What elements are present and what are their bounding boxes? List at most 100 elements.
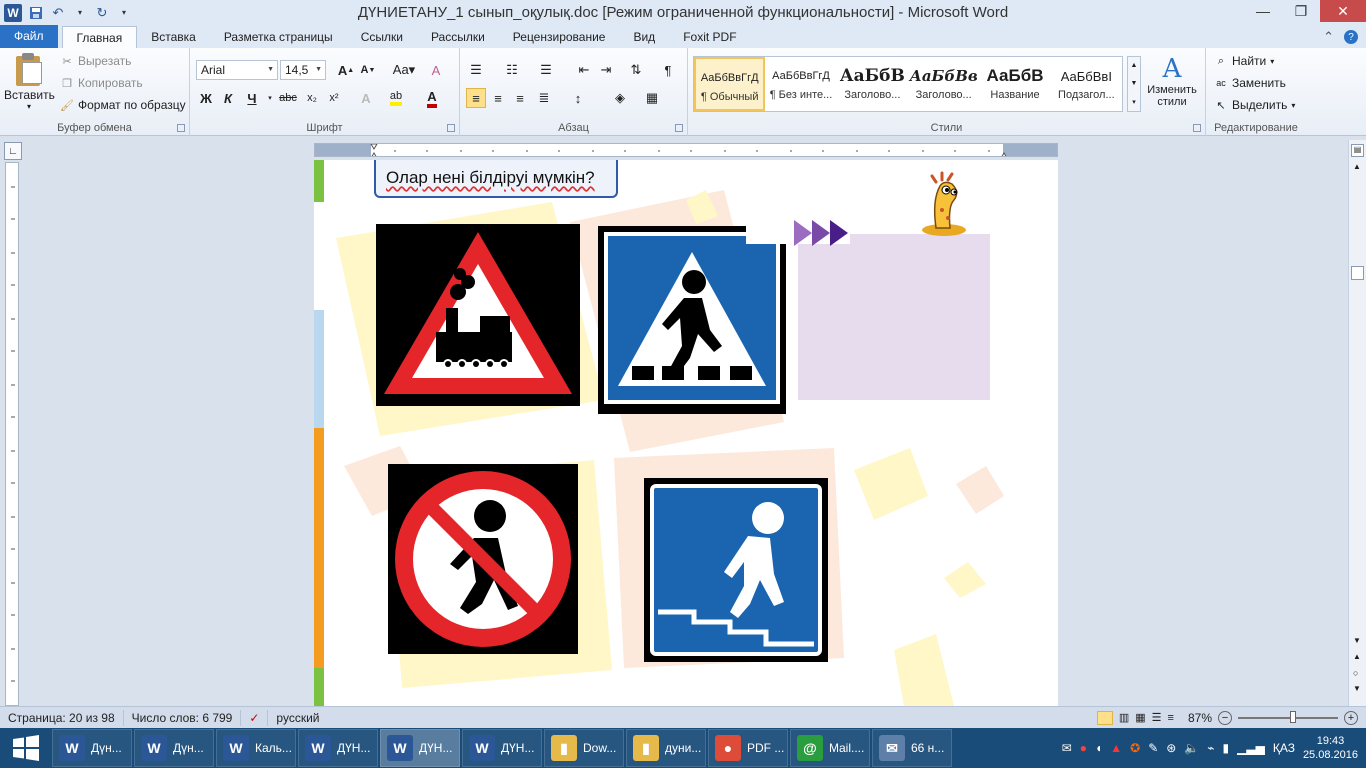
zoom-slider-thumb[interactable] [1290, 710, 1296, 723]
style-subtitle[interactable]: АаБбВвІ Подзагол... [1051, 57, 1122, 111]
word-count[interactable]: Число слов: 6 799 [124, 709, 242, 726]
grow-font-icon[interactable]: A ▲ [336, 60, 356, 80]
paste-dropdown-icon[interactable]: ▾ [4, 102, 54, 111]
paste-button[interactable]: Вставить ▾ [4, 52, 55, 116]
app-icon[interactable]: ✪ [1130, 741, 1140, 755]
font-launcher-icon[interactable] [447, 124, 455, 132]
full-screen-reading-icon[interactable]: ▥ [1119, 711, 1129, 724]
warning-icon[interactable]: ▲ [1110, 741, 1122, 755]
page-count[interactable]: Страница: 20 из 98 [0, 709, 124, 726]
font-name-combo[interactable]: Arial ▼ [196, 60, 278, 80]
taskbar-item[interactable]: ▮ дуни... [626, 729, 706, 767]
taskbar-item[interactable]: W Дүн... [52, 729, 132, 767]
decrease-indent-icon[interactable]: ⇤ [574, 60, 594, 80]
minimize-button[interactable]: — [1244, 0, 1282, 22]
tab-file[interactable]: Файл [0, 25, 58, 48]
previous-page-icon[interactable]: ▲ [1353, 652, 1361, 661]
tab-selector[interactable]: ∟ [4, 142, 22, 160]
highlight-icon[interactable]: ab [386, 88, 406, 108]
tab-references[interactable]: Ссылки [347, 26, 417, 48]
borders-icon[interactable]: ▦ [642, 88, 662, 108]
style-normal[interactable]: АаБбВвГгД ¶ Обычный [694, 57, 766, 111]
zoom-out-icon[interactable]: − [1218, 710, 1232, 725]
tab-view[interactable]: Вид [619, 26, 669, 48]
bullets-icon[interactable]: ☰ [466, 60, 486, 80]
taskbar-item[interactable]: W ДҮН... [380, 729, 460, 767]
scroll-thumb[interactable] [1351, 266, 1364, 280]
tab-mailings[interactable]: Рассылки [417, 26, 499, 48]
shrink-font-icon[interactable]: A ▼ [358, 60, 378, 80]
scroll-up-icon[interactable]: ▲ [1353, 162, 1361, 171]
taskbar-item[interactable]: W Каль... [216, 729, 296, 767]
speaker-status-icon[interactable]: ◖ [1095, 741, 1102, 755]
change-case-icon[interactable]: Aa▾ [390, 60, 418, 80]
zoom-in-icon[interactable]: + [1344, 710, 1358, 725]
select-button[interactable]: ↖ Выделить ▾ [1214, 98, 1295, 112]
document-page[interactable]: Олар нені білдіруі мүмкін? [314, 160, 1058, 706]
styles-launcher-icon[interactable] [1193, 124, 1201, 132]
format-painter-button[interactable]: 🖌 Формат по образцу [60, 98, 186, 112]
font-size-combo[interactable]: 14,5 ▼ [280, 60, 326, 80]
tab-home[interactable]: Главная [61, 26, 138, 48]
browse-object-icon[interactable]: ○ [1353, 668, 1358, 678]
zoom-slider[interactable] [1238, 710, 1338, 723]
scroll-up-icon[interactable]: ▲ [1131, 62, 1138, 69]
taskbar-item[interactable]: W ДҮН... [462, 729, 542, 767]
superscript-icon[interactable]: x² [324, 88, 344, 108]
taskbar-item[interactable]: ● PDF ... [708, 729, 788, 767]
align-center-icon[interactable]: ≡ [488, 88, 508, 108]
taskbar-item[interactable]: @ Mail.... [790, 729, 870, 767]
outline-icon[interactable]: ☰ [1152, 711, 1162, 724]
volume-icon[interactable]: 🔈 [1184, 741, 1199, 755]
redo-icon[interactable]: ↻ [94, 5, 110, 21]
signal-icon[interactable]: ▁▃▅ [1237, 741, 1265, 755]
numbering-icon[interactable]: ☷ [502, 60, 522, 80]
align-left-icon[interactable]: ≡ [466, 88, 486, 108]
underline-dropdown-icon[interactable]: ▾ [260, 88, 280, 108]
clock[interactable]: 19:43 25.08.2016 [1303, 734, 1358, 762]
cut-button[interactable]: ✂ Вырезать [60, 54, 131, 68]
shading-icon[interactable]: ◈ [610, 88, 630, 108]
justify-icon[interactable]: ≣ [534, 88, 554, 108]
vertical-ruler[interactable] [5, 162, 19, 706]
battery-icon[interactable]: ▮ [1223, 741, 1230, 755]
undo-icon[interactable]: ↶ [50, 5, 66, 21]
restore-button[interactable]: ❐ [1282, 0, 1320, 22]
word-icon[interactable]: W [4, 3, 22, 22]
copy-button[interactable]: ❐ Копировать [60, 76, 143, 90]
style-no-spacing[interactable]: АаБбВвГгД ¶ Без инте... [765, 57, 836, 111]
dropdown-arrow-icon[interactable]: ▾ [72, 5, 88, 21]
tab-review[interactable]: Рецензирование [499, 26, 620, 48]
paragraph-launcher-icon[interactable] [675, 124, 683, 132]
taskbar-item[interactable]: W Дүн... [134, 729, 214, 767]
styles-scroll[interactable]: ▲ ▼ ▾ [1127, 56, 1141, 112]
spelling-check-icon[interactable]: ✓ [241, 709, 269, 726]
more-styles-icon[interactable]: ▾ [1132, 98, 1136, 106]
strikethrough-button[interactable]: abc [278, 88, 298, 108]
change-styles-button[interactable]: A Изменить стили [1144, 54, 1200, 108]
text-effects-icon[interactable]: A [356, 88, 376, 108]
underline-button[interactable]: Ч [242, 88, 262, 108]
tab-insert[interactable]: Вставка [137, 26, 210, 48]
tab-page-layout[interactable]: Разметка страницы [210, 26, 347, 48]
mail-icon[interactable]: ✉ [1062, 741, 1072, 755]
vertical-scrollbar[interactable]: ▤ ▲ ▼ ▲ ○ ▼ [1348, 140, 1366, 706]
style-heading-1[interactable]: АаБбВ Заголово... [837, 57, 908, 111]
ruler-toggle-icon[interactable]: ▤ [1351, 144, 1364, 157]
scroll-down-icon[interactable]: ▼ [1353, 636, 1361, 645]
draft-icon[interactable]: ≡ [1168, 712, 1174, 724]
start-button[interactable] [0, 728, 52, 768]
align-right-icon[interactable]: ≡ [510, 88, 530, 108]
customize-icon[interactable]: ▾ [116, 5, 132, 21]
multilevel-list-icon[interactable]: ☰ [536, 60, 556, 80]
minimize-ribbon-icon[interactable]: ⌃ [1323, 29, 1334, 45]
antivirus-icon[interactable]: ● [1080, 741, 1087, 755]
keyboard-language[interactable]: ҚАЗ [1273, 741, 1295, 755]
help-icon[interactable]: ? [1344, 30, 1358, 44]
font-color-icon[interactable]: A [422, 88, 442, 108]
italic-button[interactable]: К [218, 88, 238, 108]
clear-formatting-icon[interactable]: A [426, 60, 446, 80]
language[interactable]: русский [268, 710, 327, 726]
scroll-down-icon[interactable]: ▼ [1131, 80, 1138, 87]
bold-button[interactable]: Ж [196, 88, 216, 108]
